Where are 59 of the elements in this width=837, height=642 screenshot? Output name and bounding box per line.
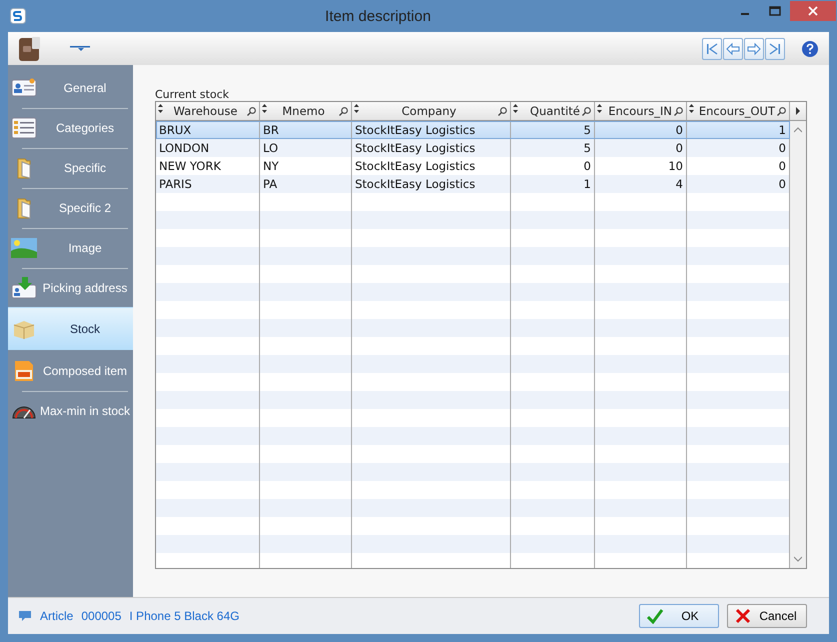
column-header[interactable]: Quantité bbox=[530, 104, 580, 118]
folder-icon bbox=[17, 156, 31, 178]
vertical-scrollbar[interactable] bbox=[790, 121, 806, 568]
skip-to-start-icon bbox=[705, 42, 719, 56]
left-arrow-icon bbox=[726, 42, 740, 56]
list-icon bbox=[11, 116, 37, 138]
scroll-down-icon[interactable] bbox=[794, 556, 802, 562]
checkmark-icon bbox=[646, 608, 664, 624]
column-header[interactable]: Encours_OUT bbox=[698, 104, 775, 118]
search-icon[interactable] bbox=[582, 107, 591, 116]
table-row[interactable]: PARIS PA StockItEasy Logistics 1 4 0 bbox=[156, 175, 790, 193]
column-header[interactable]: Warehouse bbox=[174, 104, 238, 118]
right-triangle-icon bbox=[795, 107, 801, 115]
next-record-button[interactable] bbox=[744, 38, 764, 60]
sort-icon[interactable] bbox=[262, 104, 267, 113]
maximize-icon bbox=[769, 6, 781, 16]
box-icon bbox=[11, 318, 37, 340]
info-bubble-icon bbox=[18, 610, 32, 622]
cancel-button[interactable]: Cancel bbox=[727, 604, 807, 628]
sort-icon[interactable] bbox=[158, 104, 163, 113]
column-header[interactable]: Mnemo bbox=[282, 104, 325, 118]
search-icon[interactable] bbox=[247, 107, 256, 116]
previous-record-button[interactable] bbox=[723, 38, 743, 60]
search-icon[interactable] bbox=[674, 107, 683, 116]
article-name: I Phone 5 Black 64G bbox=[129, 609, 240, 623]
search-icon[interactable] bbox=[339, 107, 348, 116]
help-icon[interactable] bbox=[801, 40, 819, 58]
first-record-button[interactable] bbox=[702, 38, 722, 60]
ok-button[interactable]: OK bbox=[639, 604, 719, 628]
search-icon[interactable] bbox=[777, 107, 786, 116]
article-label: Article bbox=[40, 609, 74, 623]
column-header[interactable]: Company bbox=[402, 104, 456, 118]
table-row[interactable]: BRUX BR StockItEasy Logistics 5 0 1 bbox=[156, 121, 790, 139]
minimize-icon bbox=[741, 13, 749, 15]
cross-icon bbox=[734, 608, 752, 624]
table-row[interactable]: LONDON LO StockItEasy Logistics 5 0 0 bbox=[156, 139, 790, 157]
dropdown-icon[interactable] bbox=[70, 44, 90, 52]
window-title: Item description bbox=[324, 8, 432, 24]
right-arrow-icon bbox=[747, 42, 761, 56]
sort-icon[interactable] bbox=[689, 104, 694, 113]
section-title: Current stock bbox=[155, 88, 230, 101]
app-icon bbox=[10, 8, 26, 24]
column-header[interactable]: Encours_IN bbox=[608, 104, 672, 118]
sidebar-item[interactable]: Stock bbox=[8, 307, 133, 350]
book-icon[interactable] bbox=[18, 36, 42, 62]
contact-card-icon bbox=[11, 76, 37, 98]
sort-icon[interactable] bbox=[513, 104, 518, 113]
close-button[interactable] bbox=[790, 1, 836, 21]
close-icon bbox=[808, 6, 818, 16]
landscape-icon bbox=[11, 236, 37, 258]
skip-to-end-icon bbox=[768, 42, 782, 56]
sort-icon[interactable] bbox=[597, 104, 602, 113]
article-code: 000005 bbox=[81, 609, 122, 623]
sort-icon[interactable] bbox=[354, 104, 359, 113]
search-icon[interactable] bbox=[498, 107, 507, 116]
last-record-button[interactable] bbox=[765, 38, 785, 60]
download-card-icon bbox=[11, 276, 37, 298]
scroll-up-icon[interactable] bbox=[794, 127, 802, 133]
folder-icon bbox=[17, 196, 31, 218]
